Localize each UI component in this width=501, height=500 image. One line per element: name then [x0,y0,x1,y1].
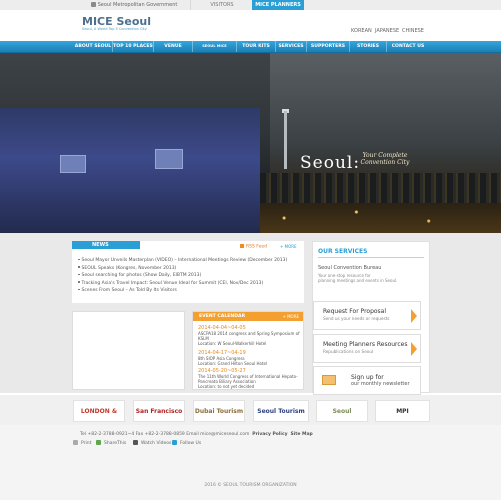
envelope-icon [322,375,336,385]
nav-about-seoul[interactable]: ABOUT SEOUL [74,41,113,52]
watch-videos-link[interactable]: Watch Videos [133,440,171,446]
planner-resources-button[interactable]: Meeting Planners Resources Republication… [313,334,421,363]
partner-logo-dubai[interactable]: Dubai Tourism [193,400,245,422]
partner-logo-mpi[interactable]: MPI [375,400,430,422]
nav-tour-kits[interactable]: TOUR KITS [237,41,276,52]
logo-tagline: Seoul, A World Top 5 Convention City [82,27,147,31]
arrow-right-icon [411,309,417,323]
promo-panel [72,311,185,390]
calendar-event[interactable]: 2014-04-04~04-05 ASCPA18 2014 congress a… [198,325,300,346]
print-link[interactable]: Print [73,440,91,446]
main-nav: ABOUT SEOUL TOP 10 PLACES VENUE FINDER S… [0,41,501,60]
tab-seoul-government[interactable]: Seoul Metropolitan Government [78,0,190,10]
list-item[interactable]: Scenes From Seoul – As Told By Its Visit… [78,287,287,295]
calendar-event[interactable]: 2014-05-20~05-27 The 11th World Congress… [198,368,300,389]
nav-top-10-places[interactable]: TOP 10 PLACES [113,41,154,52]
rss-feed-link[interactable]: RSS Feed [240,244,267,250]
tab-visitors[interactable]: VISITORS [190,0,253,10]
services-bureau: Seoul Convention Bureau [318,265,382,271]
news-tab[interactable]: NEWS [72,241,140,249]
partner-logo-san-francisco[interactable]: San Francisco Travel [133,400,185,437]
newsletter-signup-button[interactable]: Sign up for our monthly newsletter [313,366,421,395]
tab-mice-planners[interactable]: MICE PLANNERS [252,0,304,10]
hero-conference-hall [0,108,260,233]
list-item[interactable]: Tracking Asia's Travel Impact: Seoul Ven… [78,280,287,288]
calendar-header: EVENT CALENDAR + MORE [193,312,303,321]
nav-stories[interactable]: STORIES [350,41,387,52]
lang-korean[interactable]: KOREAN [351,28,372,34]
calendar-title: EVENT CALENDAR [199,314,246,319]
hero-subtitle: Your Complete Convention City [360,152,410,166]
partner-logo-london[interactable]: LONDON & PARTNERS [73,400,125,437]
top-utility-bar: Seoul Metropolitan Government VISITORS M… [0,0,501,10]
hero-banner: Seoul: Your Complete Convention City [0,53,501,233]
nav-services[interactable]: SERVICES [276,41,307,52]
partner-logo-seoul-tourism[interactable]: Seoul Tourism Organization [253,400,309,437]
hero-screen [155,149,183,169]
divider [318,257,424,258]
nav-supporters[interactable]: SUPPORTERS [307,41,350,52]
request-proposal-button[interactable]: Request For Proposal Send us your needs … [313,301,421,330]
government-icon [90,2,96,7]
nav-venue-finder[interactable]: VENUE FINDER [154,41,193,60]
print-icon [73,440,78,445]
calendar-event[interactable]: 2014-04-17~04-19 8th SIOP Asia Congress … [198,350,300,366]
nav-contact-us[interactable]: CONTACT US [387,41,429,52]
partner-logo-seoul[interactable]: Seoul [316,400,368,422]
logo-title: MICE Seoul [82,15,151,28]
calendar-more-link[interactable]: + MORE [282,312,299,321]
copyright: 2016 © SEOUL TOURISM ORGANIZATION [204,483,297,488]
list-item[interactable]: Seoul searching for photos (Show Daily, … [78,272,287,280]
hero-tower [284,111,287,169]
services-heading: OUR SERVICES [318,248,368,255]
nav-seoul-mice-alliance[interactable]: SEOUL MICE ALLIANCE [193,41,237,59]
lang-japanese[interactable]: JAPANESE [375,28,399,34]
footer-contact: Tel +82-2-3788-0921~4 Fax +82-2-3788-085… [80,432,313,437]
hero-city-lights [260,203,501,233]
site-logo[interactable]: MICE Seoul Seoul, A World Top 5 Conventi… [82,16,151,32]
lang-chinese[interactable]: CHINESE [402,28,424,34]
site-map-link[interactable]: Site Map [290,432,312,437]
privacy-policy-link[interactable]: Privacy Policy [252,432,287,437]
social-icon [172,440,177,445]
list-item[interactable]: SEOUL Speaks (Kongres, November 2013) [78,265,287,273]
list-item[interactable]: Seoul Mayor Unveils Masterplan (VIDEO) –… [78,257,287,265]
hero-screen [60,155,86,173]
news-more-link[interactable]: + MORE [280,244,297,249]
video-icon [133,440,138,445]
news-box: NEWS RSS Feed + MORE Seoul Mayor Unveils… [72,241,304,303]
hero-title: Seoul: [300,153,361,173]
event-calendar: EVENT CALENDAR + MORE 2014-04-04~04-05 A… [192,311,304,390]
share-icon [96,440,101,445]
page: Seoul Metropolitan Government VISITORS M… [0,0,501,500]
share-link[interactable]: ShareThis [96,440,126,446]
follow-us-link[interactable]: Follow Us [172,440,201,446]
rss-icon [240,244,244,248]
arrow-right-icon [411,342,417,356]
news-list: Seoul Mayor Unveils Masterplan (VIDEO) –… [78,257,287,295]
